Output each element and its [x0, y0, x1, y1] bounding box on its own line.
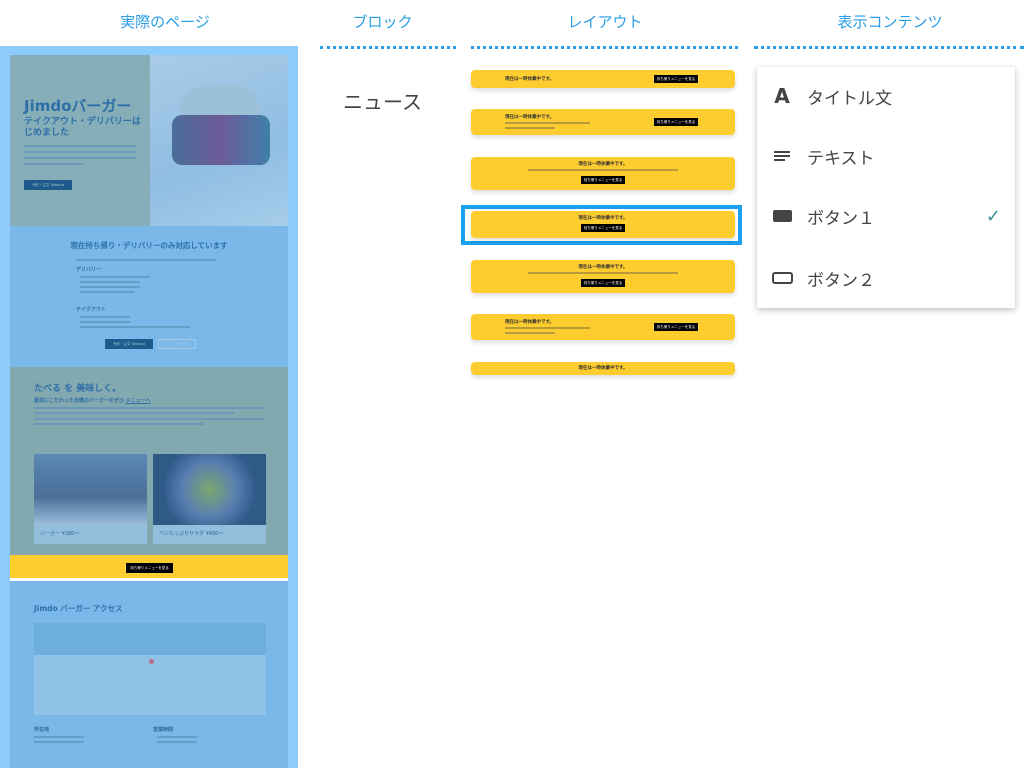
- header-block: ブロック: [352, 13, 413, 31]
- filled-button-icon: [757, 210, 807, 222]
- access-title: Jimdo バーガー アクセス: [34, 604, 123, 613]
- menu-item-button2[interactable]: ボタン２: [757, 258, 1015, 298]
- title-icon: A: [774, 84, 790, 108]
- burger-photo: [34, 454, 147, 525]
- layout-option-7[interactable]: 現在は一時休業中です。: [471, 362, 735, 375]
- news-banner[interactable]: 持ち帰りメニューを見る: [10, 555, 288, 581]
- notice-section: 現在持ち帰り・デリバリーのみ対応しています デリバリー テイクアウト 予約・注文…: [10, 226, 288, 367]
- check-icon: ✓: [985, 205, 1001, 227]
- content-menu: A タイトル文 テキスト ボタン１ ✓ ボタン２: [757, 67, 1015, 308]
- layout-option-3[interactable]: 現在は一時休業中です。 持ち帰りメニューを見る: [471, 157, 735, 190]
- concept-subtitle: 素材にこだわった自慢のバーガーをぜひ メニューへ: [34, 398, 151, 404]
- takeout-heading: テイクアウト: [76, 307, 106, 313]
- notice-menu-button[interactable]: メニューを見る: [158, 339, 196, 349]
- hero-button[interactable]: 予約・注文 Takeout: [24, 180, 72, 190]
- hero-title: Jimdoバーガー: [24, 97, 132, 115]
- divider: [471, 46, 738, 49]
- concept-title: たべる を 美味しく。: [34, 384, 122, 394]
- outline-button-icon: [757, 272, 807, 284]
- burger-card[interactable]: バーガー ¥380〜: [34, 454, 147, 544]
- header-actual-page: 実際のページ: [120, 13, 210, 31]
- menu-item-title[interactable]: A タイトル文: [757, 76, 1015, 116]
- notice-order-button[interactable]: 予約・注文 Takeout: [105, 339, 153, 349]
- header-layout: レイアウト: [567, 13, 643, 31]
- salad-card[interactable]: ベジたっぷりサラダ ¥480〜: [153, 454, 266, 544]
- divider: [320, 46, 456, 49]
- menu-item-button1[interactable]: ボタン１ ✓: [757, 196, 1015, 236]
- layout-option-5[interactable]: 現在は一時休業中です。 持ち帰りメニューを見る: [471, 260, 735, 293]
- notice-title: 現在持ち帰り・デリバリーのみ対応しています: [70, 241, 228, 250]
- layout-option-1[interactable]: 現在は一時休業中です。 持ち帰りメニューを見る: [471, 70, 735, 88]
- text-icon: [757, 150, 807, 162]
- block-name: ニュース: [343, 90, 422, 114]
- layout-option-4[interactable]: 現在は一時休業中です。 持ち帰りメニューを見る: [471, 211, 735, 238]
- divider: [754, 46, 1024, 49]
- card-label: バーガー ¥380〜: [40, 531, 80, 537]
- map[interactable]: [34, 623, 266, 715]
- menu-link[interactable]: メニューへ: [126, 398, 151, 404]
- delivery-heading: デリバリー: [76, 267, 102, 273]
- layout-option-6[interactable]: 現在は一時休業中です。 持ち帰りメニューを見る: [471, 314, 735, 340]
- page-preview: Jimdoバーガー テイクアウト・デリバリーはじめました 予約・注文 Takeo…: [0, 46, 298, 768]
- hero-subtitle: テイクアウト・デリバリーはじめました: [24, 117, 141, 138]
- news-button[interactable]: 持ち帰りメニューを見る: [126, 563, 173, 573]
- concept-section: たべる を 美味しく。 素材にこだわった自慢のバーガーをぜひ メニューへ バーガ…: [10, 367, 288, 555]
- menu-item-text[interactable]: テキスト: [757, 136, 1015, 176]
- card-label: ベジたっぷりサラダ ¥480〜: [159, 531, 224, 537]
- header-content: 表示コンテンツ: [837, 13, 943, 31]
- hero-section: Jimdoバーガー テイクアウト・デリバリーはじめました 予約・注文 Takeo…: [10, 55, 288, 226]
- layout-option-2[interactable]: 現在は一時休業中です。 持ち帰りメニューを見る: [471, 109, 735, 135]
- burger-image: [150, 55, 288, 226]
- salad-photo: [153, 454, 266, 525]
- access-section: Jimdo バーガー アクセス 所在地 営業時間: [10, 581, 288, 768]
- hours-label: 営業時間: [153, 727, 174, 733]
- address-label: 所在地: [34, 727, 50, 733]
